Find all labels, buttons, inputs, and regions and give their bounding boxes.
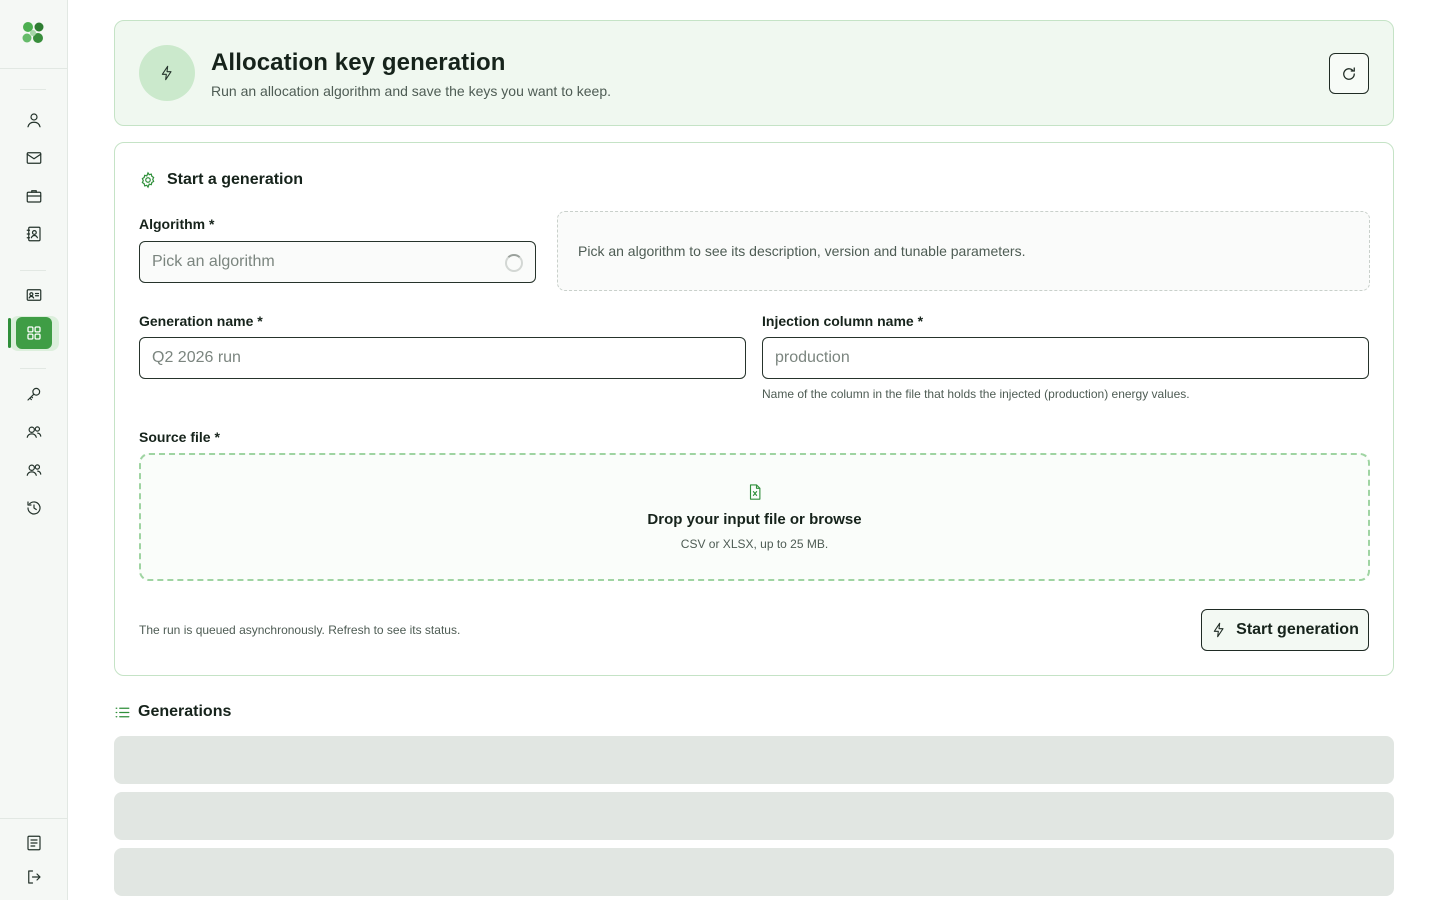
loading-skeleton-row bbox=[114, 848, 1394, 896]
page-title: Allocation key generation bbox=[211, 49, 506, 76]
clover-logo-icon[interactable] bbox=[18, 18, 48, 48]
loading-spinner-icon bbox=[505, 254, 523, 272]
injection-column-label: Injection column name * bbox=[762, 313, 924, 329]
section-title: Start a generation bbox=[167, 171, 304, 188]
generation-name-input[interactable] bbox=[152, 349, 733, 367]
refresh-icon bbox=[1343, 66, 1355, 80]
queue-note: The run is queued asynchronously. Refres… bbox=[139, 623, 461, 637]
nav-key-icon[interactable] bbox=[22, 382, 46, 406]
lightning-icon bbox=[1213, 622, 1224, 638]
nav-document-icon[interactable] bbox=[22, 831, 46, 855]
injection-column-input[interactable] bbox=[775, 349, 1356, 367]
sidebar-divider bbox=[20, 270, 46, 271]
nav-active-indicator bbox=[8, 318, 11, 348]
loading-skeleton-row bbox=[114, 736, 1394, 784]
nav-mail-icon[interactable] bbox=[22, 146, 46, 170]
start-generation-label: Start generation bbox=[1236, 621, 1359, 638]
nav-user-icon[interactable] bbox=[22, 108, 46, 132]
dropzone-title: Drop your input file or browse bbox=[647, 511, 862, 528]
nav-contact-book-icon[interactable] bbox=[22, 222, 46, 246]
nav-id-card-icon[interactable] bbox=[22, 283, 46, 307]
algorithm-label: Algorithm * bbox=[139, 216, 215, 232]
source-file-label: Source file * bbox=[139, 429, 220, 445]
file-dropzone[interactable]: Drop your input file or browse CSV or XL… bbox=[139, 453, 1370, 581]
sidebar bbox=[0, 0, 68, 900]
sidebar-divider bbox=[0, 818, 67, 819]
generation-name-label: Generation name * bbox=[139, 313, 263, 329]
nav-users-icon[interactable] bbox=[22, 420, 46, 444]
loading-skeleton-row bbox=[114, 792, 1394, 840]
algorithm-info-text: Pick an algorithm to see its description… bbox=[578, 243, 1026, 259]
nav-history-icon[interactable] bbox=[22, 496, 46, 520]
generation-name-field-wrap bbox=[139, 337, 746, 379]
page-header: Allocation key generation Run an allocat… bbox=[114, 20, 1394, 126]
nav-logout-icon[interactable] bbox=[22, 865, 46, 889]
list-icon bbox=[114, 704, 131, 721]
algorithm-info-box: Pick an algorithm to see its description… bbox=[557, 211, 1370, 291]
injection-column-help: Name of the column in the file that hold… bbox=[762, 387, 1190, 401]
injection-column-field-wrap bbox=[762, 337, 1369, 379]
algorithm-placeholder: Pick an algorithm bbox=[152, 253, 275, 270]
nav-briefcase-icon[interactable] bbox=[22, 184, 46, 208]
nav-users-icon[interactable] bbox=[22, 458, 46, 482]
start-generation-card: Start a generation Algorithm * Pick an a… bbox=[114, 142, 1394, 676]
page-subtitle: Run an allocation algorithm and save the… bbox=[211, 83, 612, 99]
sidebar-divider bbox=[20, 89, 46, 90]
start-generation-button[interactable]: Start generation bbox=[1201, 609, 1369, 651]
gear-icon bbox=[139, 171, 157, 189]
refresh-button[interactable] bbox=[1329, 53, 1369, 94]
sidebar-divider bbox=[20, 368, 46, 369]
lightning-icon bbox=[139, 45, 195, 101]
spreadsheet-file-icon bbox=[746, 483, 764, 501]
dropzone-subtitle: CSV or XLSX, up to 25 MB. bbox=[680, 537, 829, 551]
generations-title: Generations bbox=[138, 703, 232, 720]
algorithm-select[interactable]: Pick an algorithm bbox=[139, 241, 536, 283]
sidebar-divider bbox=[0, 68, 67, 69]
nav-grid-icon[interactable] bbox=[16, 317, 52, 349]
